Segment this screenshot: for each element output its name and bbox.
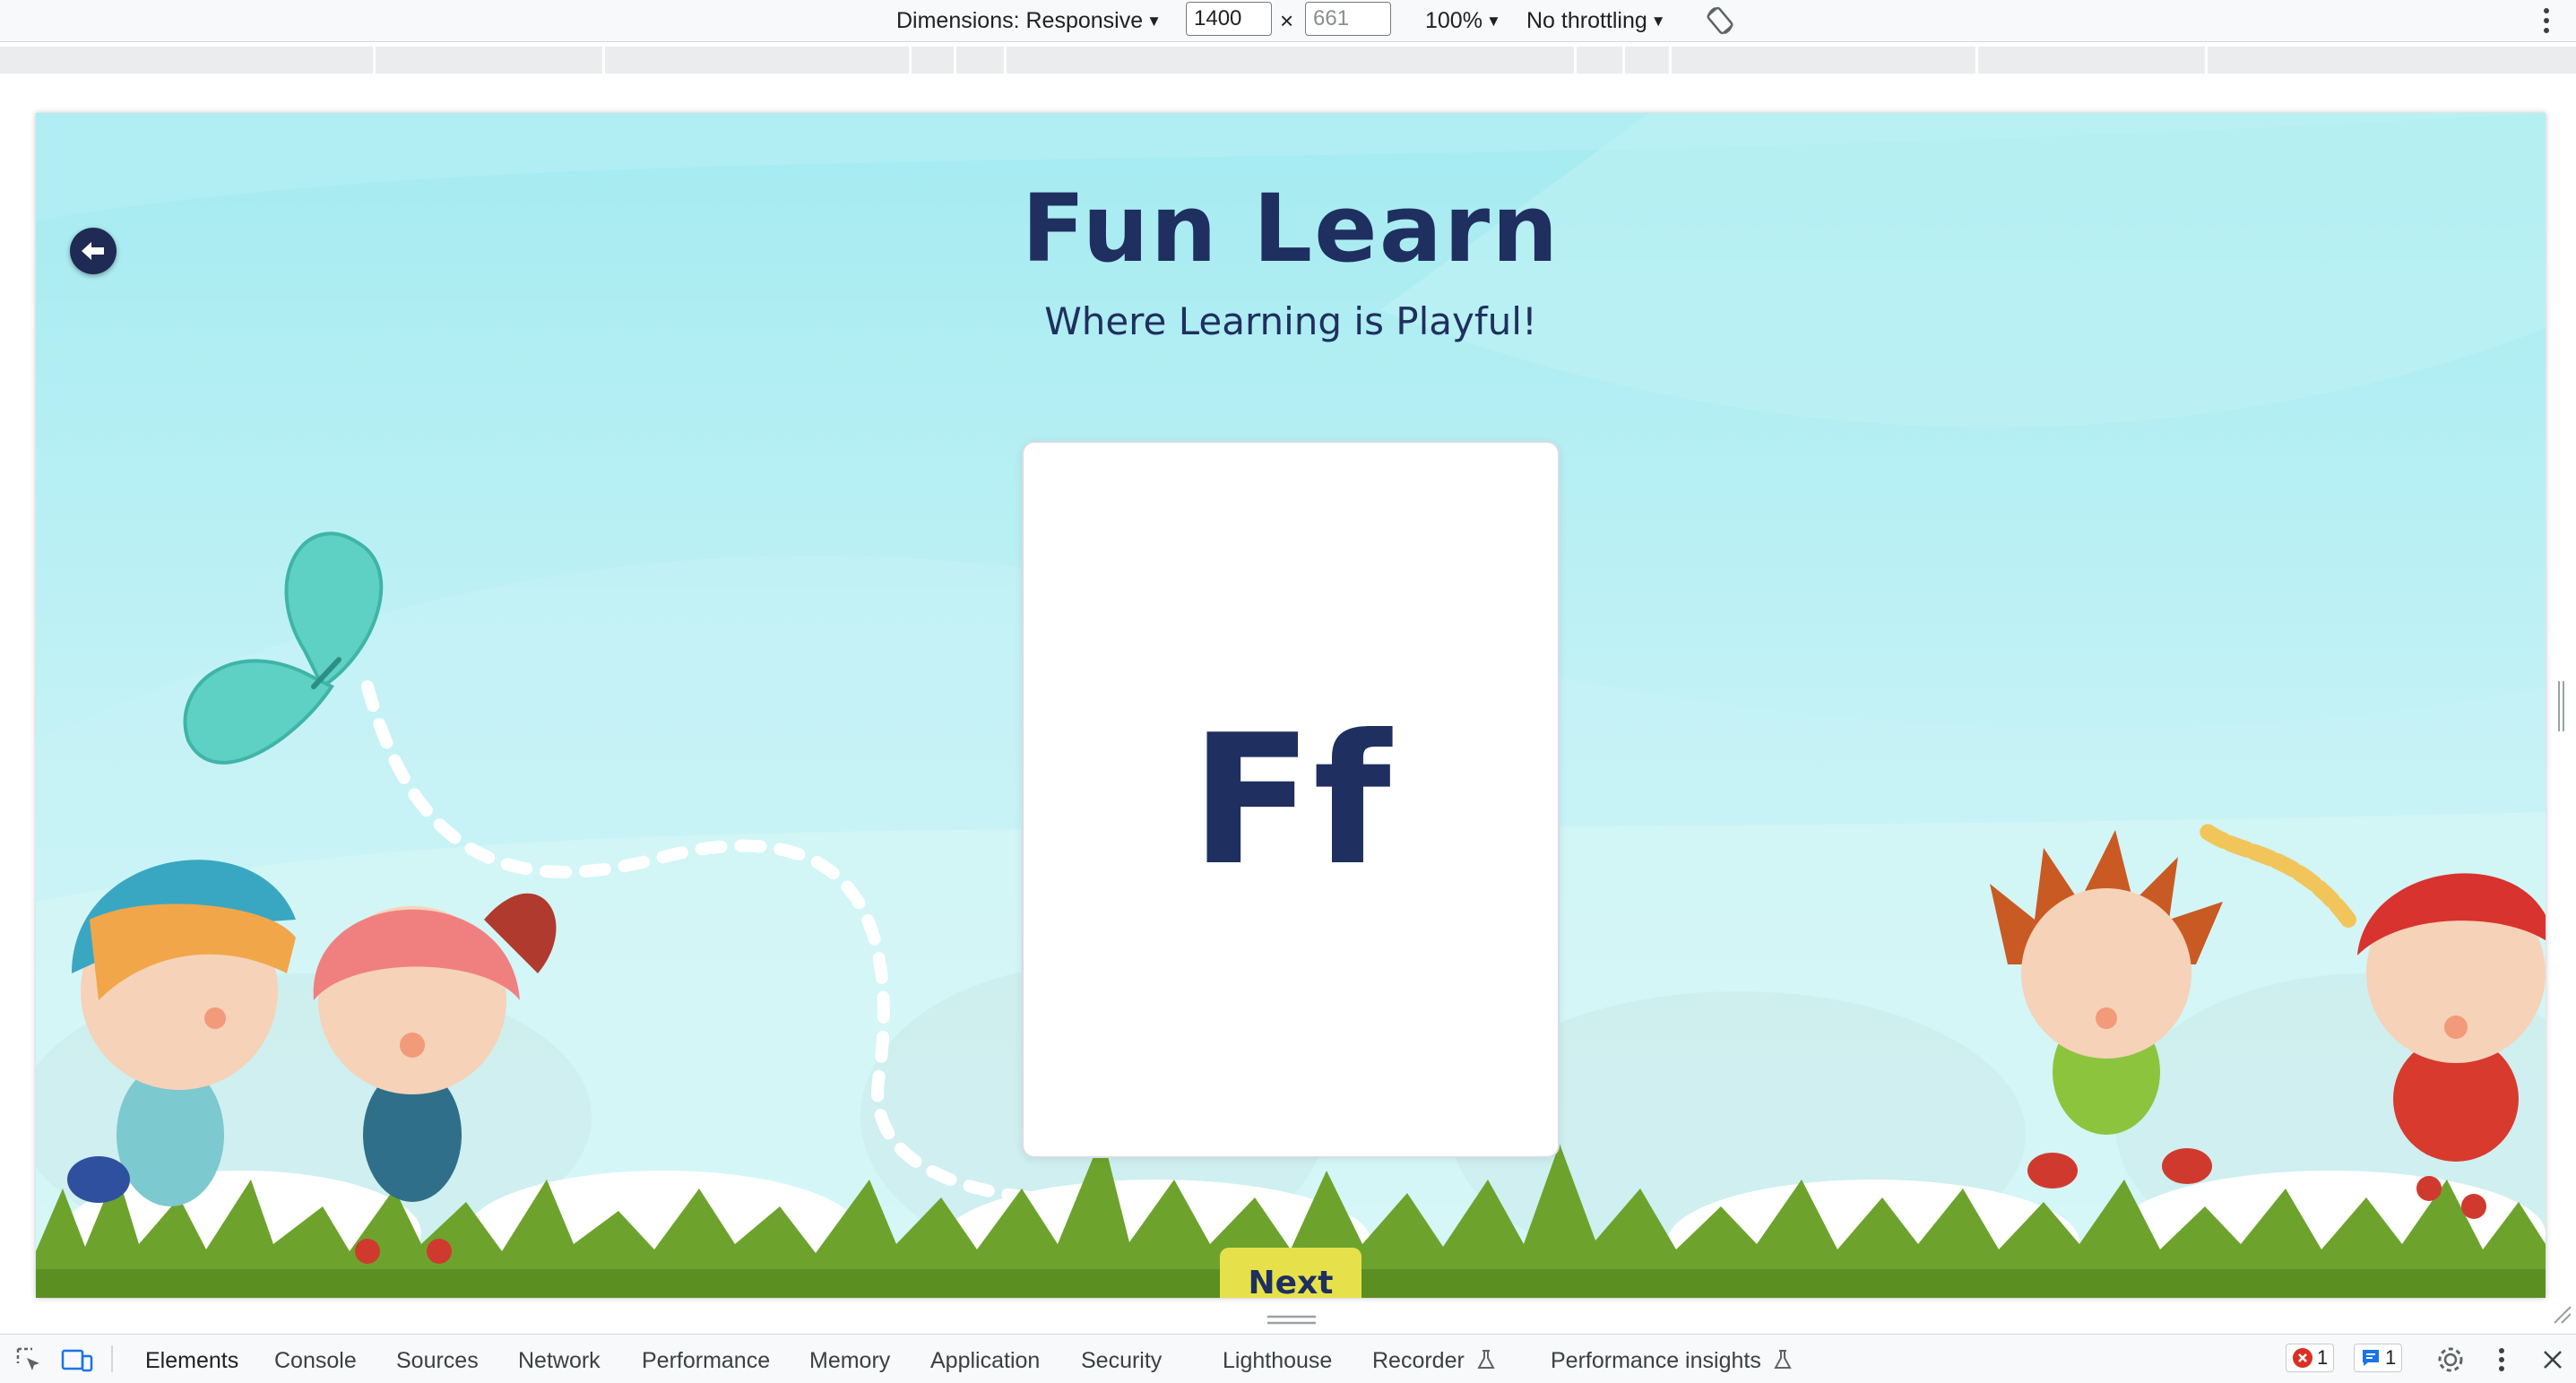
error-icon <box>2293 1348 2312 1368</box>
inspect-element-icon[interactable] <box>14 1345 43 1374</box>
times-sign: × <box>1280 7 1294 34</box>
tab-lighthouse[interactable]: Lighthouse <box>1223 1347 1332 1374</box>
device-toolbar: Dimensions: Responsive ▼ 1400 × 661 100% ▼… <box>0 0 2576 42</box>
width-input[interactable]: 1400 <box>1186 2 1272 36</box>
tab-performance[interactable]: Performance <box>642 1347 770 1374</box>
message-icon <box>2363 1350 2379 1366</box>
tab-performance-insights[interactable]: Performance insights <box>1551 1347 1793 1374</box>
caret-down-icon: ▼ <box>1650 13 1666 30</box>
caret-down-icon: ▼ <box>1485 13 1501 30</box>
tab-recorder[interactable]: Recorder <box>1372 1347 1496 1374</box>
message-count: 1 <box>2385 1346 2397 1369</box>
dimensions-label: Dimensions: Responsive <box>896 8 1144 33</box>
tab-elements[interactable]: Elements <box>145 1347 238 1374</box>
page-title: Fun Learn <box>1021 174 1560 283</box>
next-button[interactable]: Next <box>1220 1248 1361 1298</box>
viewport-resize-handle[interactable] <box>2556 681 2565 731</box>
more-options-icon[interactable] <box>2495 1345 2508 1374</box>
tab-application[interactable]: Application <box>930 1347 1040 1374</box>
tab-console[interactable]: Console <box>274 1347 357 1374</box>
emulated-viewport: Fun Learn Where Learning is Playful! Ff … <box>36 113 2546 1298</box>
dimensions-dropdown[interactable]: Dimensions: Responsive ▼ <box>896 5 1162 39</box>
page-subtitle: Where Learning is Playful! <box>1044 299 1537 343</box>
tab-recorder-label: Recorder <box>1372 1348 1465 1373</box>
more-options-icon[interactable] <box>2540 5 2553 36</box>
settings-gear-icon[interactable] <box>2436 1345 2465 1374</box>
tab-security[interactable]: Security <box>1081 1347 1162 1374</box>
throttling-label: No throttling <box>1526 8 1647 33</box>
close-icon[interactable] <box>2540 1345 2565 1374</box>
flash-card[interactable]: Ff <box>1022 441 1560 1158</box>
card-letter: Ff <box>1190 696 1391 905</box>
experimental-flask-icon <box>1774 1350 1792 1369</box>
zoom-dropdown[interactable]: 100% ▼ <box>1425 5 1501 39</box>
caret-down-icon: ▼ <box>1146 13 1162 30</box>
tab-memory[interactable]: Memory <box>809 1347 890 1374</box>
devtools-tab-bar: Elements Console Sources Network Perform… <box>0 1334 2576 1383</box>
device-toolbar-icon[interactable] <box>61 1345 93 1374</box>
message-count-badge[interactable]: 1 <box>2354 1344 2403 1372</box>
rotate-icon[interactable] <box>1703 4 1737 38</box>
media-query-bar[interactable] <box>0 47 2576 73</box>
height-input[interactable]: 661 <box>1305 2 1391 36</box>
tab-sources[interactable]: Sources <box>396 1347 479 1374</box>
corner-resize-icon[interactable] <box>2553 1305 2572 1325</box>
zoom-label: 100% <box>1425 8 1482 33</box>
tab-performance-insights-label: Performance insights <box>1551 1348 1761 1373</box>
error-count-badge[interactable]: 1 <box>2286 1344 2335 1372</box>
tab-network[interactable]: Network <box>518 1347 601 1374</box>
error-count: 1 <box>2317 1346 2329 1369</box>
experimental-flask-icon <box>1477 1350 1495 1369</box>
devtools-drag-handle[interactable] <box>1267 1314 1316 1327</box>
throttling-dropdown[interactable]: No throttling ▼ <box>1526 5 1666 39</box>
